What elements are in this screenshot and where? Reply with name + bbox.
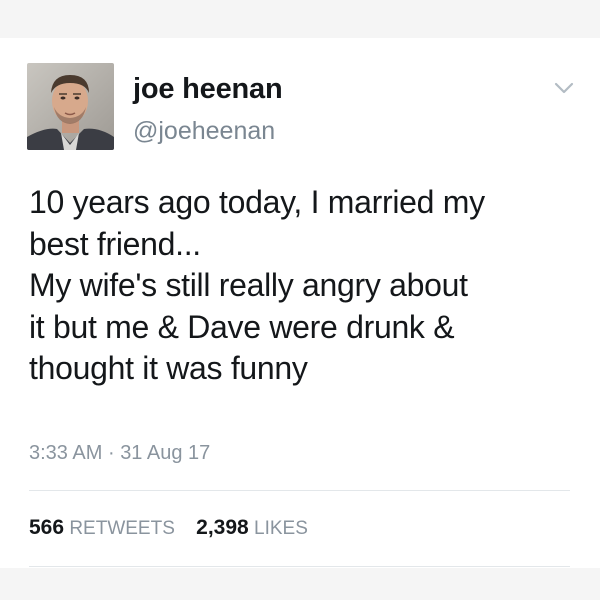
meta-separator: · — [107, 442, 115, 464]
avatar[interactable] — [27, 63, 114, 150]
tweet-text-line: best friend... — [29, 225, 201, 262]
likes-count: 2,398 — [196, 516, 249, 539]
tweet-text: 10 years ago today, I married my best fr… — [29, 182, 589, 390]
likes-stat[interactable]: 2,398 LIKES — [196, 516, 308, 539]
avatar-photo — [27, 63, 114, 150]
tweet-time[interactable]: 3:33 AM — [29, 442, 102, 464]
tweet-date[interactable]: 31 Aug 17 — [120, 442, 210, 464]
divider — [29, 566, 570, 567]
retweets-count: 566 — [29, 516, 65, 539]
user-handle[interactable]: @joeheenan — [133, 117, 275, 146]
tweet-text-line: My wife's still really angry about — [29, 267, 468, 303]
likes-label: LIKES — [254, 518, 308, 539]
tweet-stats: 566 RETWEETS 2,398 LIKES — [29, 516, 324, 540]
chevron-down-icon[interactable] — [553, 80, 575, 96]
tweet-text-line: thought it was funny — [29, 350, 308, 386]
retweets-stat[interactable]: 566 RETWEETS — [29, 516, 175, 539]
tweet-text-line: it but me & Dave were drunk & — [29, 308, 455, 345]
divider — [29, 490, 570, 491]
tweet-timestamp: 3:33 AM · 31 Aug 17 — [29, 442, 210, 465]
retweets-label: RETWEETS — [69, 518, 175, 539]
display-name[interactable]: joe heenan — [133, 73, 283, 106]
tweet-text-line: 10 years ago today, I married my — [29, 184, 485, 220]
